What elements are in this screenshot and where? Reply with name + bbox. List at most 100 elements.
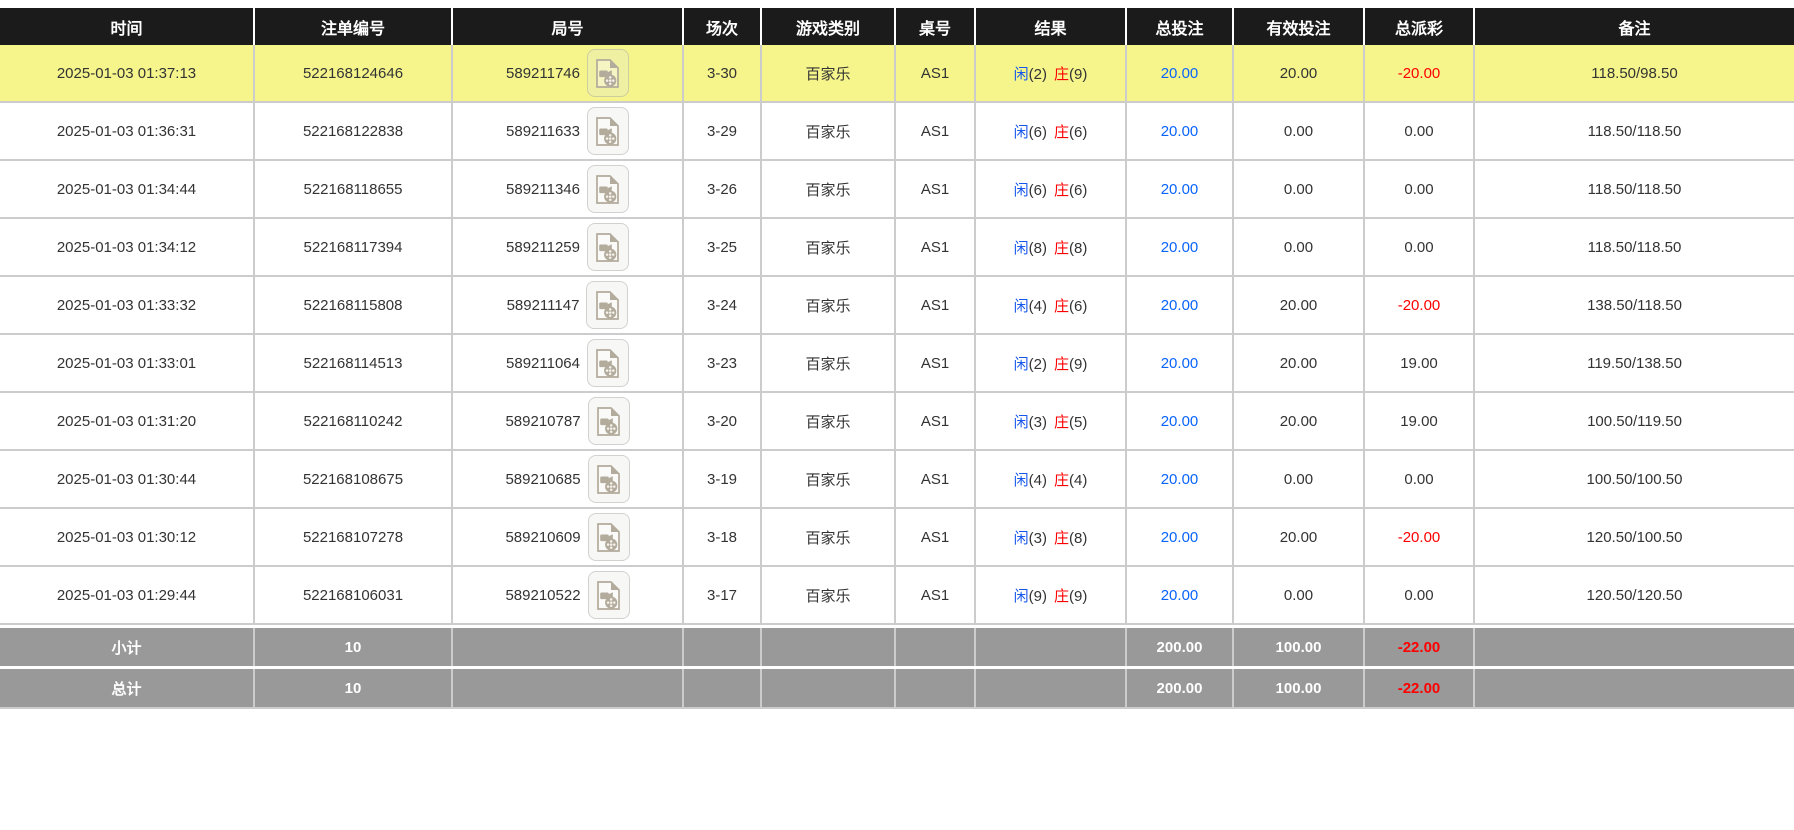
cell-total-bet[interactable]: 20.00 [1126,566,1234,625]
subtotal-count: 10 [254,628,453,666]
cell-round-id: 589211346 [452,160,684,219]
cell-time: 2025-01-03 01:34:44 [0,160,255,219]
cell-round-id: 589210609 [452,508,684,567]
banker-result-label: 庄 [1054,181,1070,199]
table-row: 2025-01-03 01:34:12 522168117394 5892112… [0,218,1794,277]
header-game-type: 游戏类别 [761,8,896,45]
cell-session: 3-17 [683,566,762,625]
player-result-value: (3) [1028,529,1047,547]
banker-result-value: (9) [1069,587,1088,605]
subtotal-empty-cell [895,628,976,666]
table-row: 2025-01-03 01:33:32 522168115808 5892111… [0,276,1794,335]
video-replay-button[interactable] [587,513,630,561]
cell-payout: -20.00 [1364,508,1475,567]
video-replay-button[interactable] [587,571,630,619]
cell-payout: 19.00 [1364,392,1475,451]
subtotal-row: 小计 10 200.00 100.00 -22.00 [0,628,1794,666]
cell-valid-bet: 0.00 [1233,102,1365,161]
bet-history-page: 时间 注单编号 局号 场次 游戏类别 桌号 结果 总投注 有效投注 总派彩 备注… [0,0,1794,709]
video-file-icon [596,232,620,262]
subtotal-label: 小计 [0,628,255,666]
video-replay-button[interactable] [586,281,629,329]
cell-remark: 100.50/100.50 [1474,450,1794,509]
video-replay-button[interactable] [587,455,630,503]
cell-payout: 0.00 [1364,160,1475,219]
cell-table-id: AS1 [895,450,976,509]
banker-result-label: 庄 [1054,471,1070,489]
cell-total-bet[interactable]: 20.00 [1126,160,1234,219]
cell-total-bet[interactable]: 20.00 [1126,508,1234,567]
banker-result-value: (9) [1069,65,1088,83]
cell-total-bet[interactable]: 20.00 [1126,102,1234,161]
table-row: 2025-01-03 01:30:12 522168107278 5892106… [0,508,1794,567]
player-result-value: (4) [1028,471,1047,489]
banker-result-value: (6) [1069,123,1088,141]
video-file-icon [597,580,620,610]
bet-history-table: 时间 注单编号 局号 场次 游戏类别 桌号 结果 总投注 有效投注 总派彩 备注… [0,8,1794,709]
banker-result-value: (9) [1069,355,1088,373]
cell-session: 3-20 [683,392,762,451]
subtotal-empty-cell [452,628,684,666]
round-id-text: 589211064 [506,354,580,372]
cell-total-bet[interactable]: 20.00 [1126,334,1234,393]
video-file-icon [596,348,620,378]
cell-total-bet[interactable]: 20.00 [1126,276,1234,335]
cell-game-type: 百家乐 [761,334,896,393]
video-file-icon [597,522,620,552]
cell-bet-id: 522168118655 [254,160,453,219]
cell-game-type: 百家乐 [761,218,896,277]
cell-remark: 118.50/118.50 [1474,218,1794,277]
banker-result-label: 庄 [1054,413,1070,431]
video-replay-button[interactable] [586,165,629,213]
cell-session: 3-18 [683,508,762,567]
player-result-label: 闲 [1013,181,1029,199]
banker-result-label: 庄 [1054,239,1070,257]
player-result-value: (3) [1028,413,1047,431]
total-row: 总计 10 200.00 100.00 -22.00 [0,669,1794,709]
video-replay-button[interactable] [586,49,629,97]
cell-total-bet[interactable]: 20.00 [1126,218,1234,277]
table-row: 2025-01-03 01:37:13 522168124646 5892117… [0,45,1794,103]
total-count: 10 [254,669,453,709]
cell-valid-bet: 20.00 [1233,334,1365,393]
cell-game-type: 百家乐 [761,508,896,567]
cell-session: 3-25 [683,218,762,277]
round-id-text: 589211633 [506,122,580,140]
total-label: 总计 [0,669,255,709]
header-remark: 备注 [1474,8,1794,45]
cell-valid-bet: 0.00 [1233,160,1365,219]
cell-valid-bet: 20.00 [1233,276,1365,335]
cell-total-bet[interactable]: 20.00 [1126,450,1234,509]
total-valid-bet: 100.00 [1233,669,1365,709]
cell-total-bet[interactable]: 20.00 [1126,392,1234,451]
player-result-label: 闲 [1013,471,1029,489]
cell-bet-id: 522168117394 [254,218,453,277]
round-id-text: 589210522 [505,586,581,604]
header-total-bet: 总投注 [1126,8,1234,45]
banker-result-value: (8) [1069,529,1088,547]
video-replay-button[interactable] [586,339,629,387]
video-replay-button[interactable] [587,397,630,445]
cell-remark: 100.50/119.50 [1474,392,1794,451]
player-result-value: (6) [1028,123,1047,141]
header-row: 时间 注单编号 局号 场次 游戏类别 桌号 结果 总投注 有效投注 总派彩 备注 [0,8,1794,45]
video-replay-button[interactable] [586,107,629,155]
cell-session: 3-30 [683,45,762,103]
player-result-label: 闲 [1013,65,1029,83]
subtotal-empty-cell [1474,628,1794,666]
cell-total-bet[interactable]: 20.00 [1126,45,1234,103]
cell-table-id: AS1 [895,276,976,335]
round-id-text: 589211147 [506,296,580,314]
player-result-label: 闲 [1013,355,1029,373]
video-file-icon [597,406,620,436]
cell-game-type: 百家乐 [761,566,896,625]
banker-result-value: (5) [1069,413,1088,431]
cell-game-type: 百家乐 [761,102,896,161]
cell-result: 闲(2) 庄(9) [975,45,1127,103]
cell-session: 3-23 [683,334,762,393]
cell-payout: 0.00 [1364,450,1475,509]
cell-time: 2025-01-03 01:33:32 [0,276,255,335]
cell-valid-bet: 0.00 [1233,450,1365,509]
video-replay-button[interactable] [586,223,629,271]
subtotal-empty-cell [761,628,896,666]
